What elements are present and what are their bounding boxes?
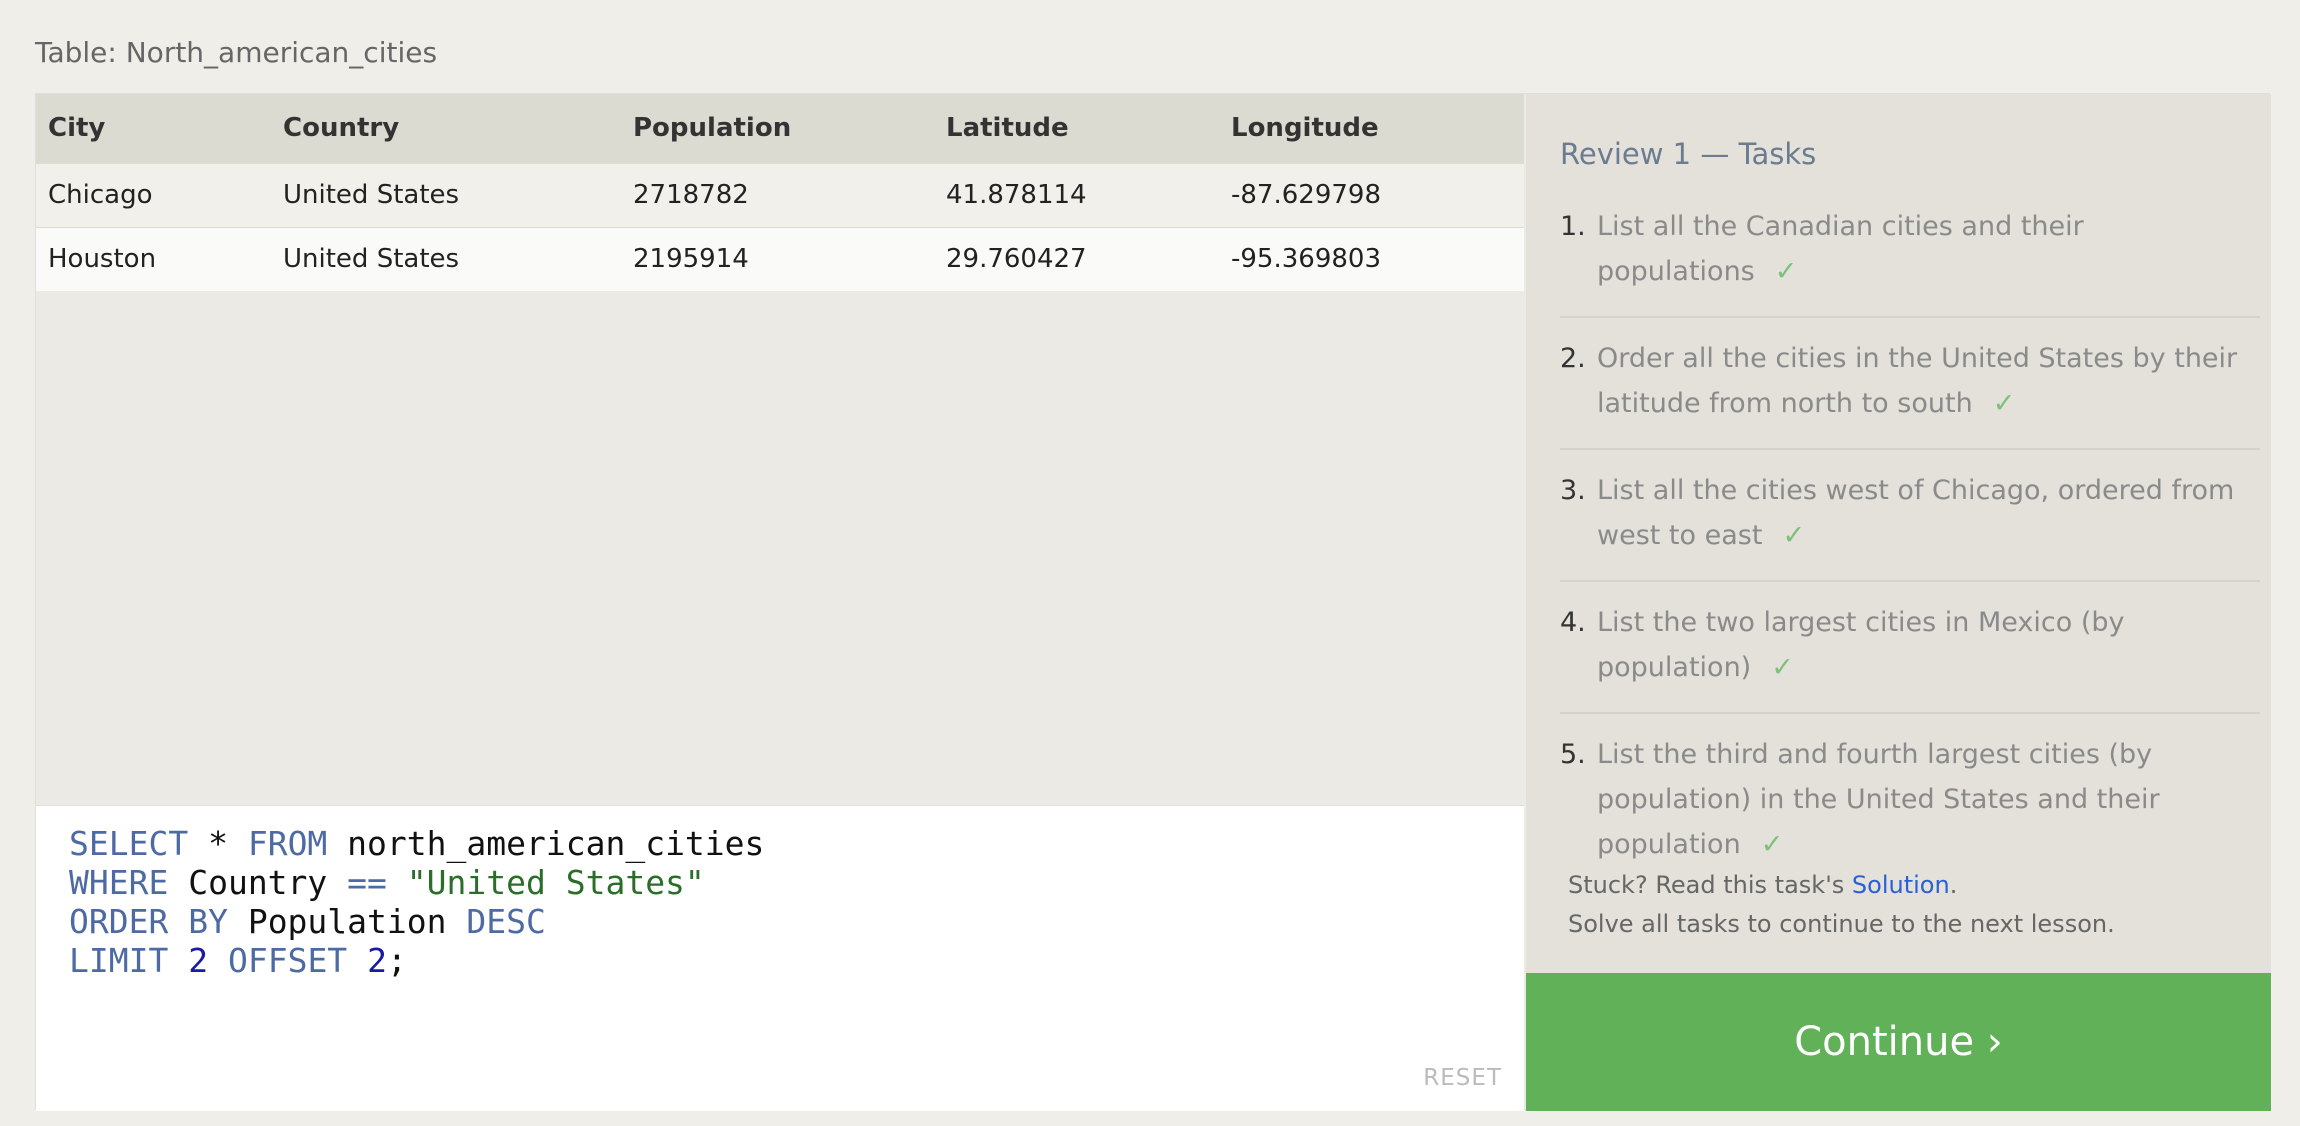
column-header: Longitude — [1219, 94, 1524, 163]
help-text: Stuck? Read this task's Solution. Solve … — [1568, 866, 2115, 944]
table-cell: United States — [271, 226, 621, 291]
sql-editor[interactable]: SELECT * FROM north_american_cities WHERE… — [36, 805, 1524, 1111]
check-icon: ✓ — [1992, 388, 2016, 419]
code-token: WHERE — [69, 863, 169, 902]
column-header: City — [36, 94, 271, 163]
task-item: 2. Order all the cities in the United St… — [1560, 336, 2260, 450]
code-token: DESC — [466, 902, 546, 941]
table-cell: -95.369803 — [1219, 226, 1524, 291]
task-number: 1. — [1560, 211, 1586, 242]
continue-note: Solve all tasks to continue to the next … — [1568, 910, 2115, 938]
task-list: 1. List all the Canadian cities and thei… — [1560, 204, 2260, 907]
code-line: SELECT * FROM north_american_cities — [69, 824, 764, 863]
code-token: * — [188, 824, 248, 863]
check-icon: ✓ — [1782, 520, 1806, 551]
tasks-pane: Review 1 — Tasks 1. List all the Canadia… — [1526, 94, 2271, 1111]
code-token: ORDER BY — [69, 902, 228, 941]
table-cell: 29.760427 — [934, 226, 1219, 291]
table-cell: 41.878114 — [934, 162, 1219, 227]
code-token: "United States" — [406, 863, 705, 902]
solution-link[interactable]: Solution — [1852, 871, 1950, 899]
code-token: Country — [168, 863, 348, 902]
code-token: LIMIT — [69, 941, 169, 980]
stuck-prefix: Stuck? Read this task's — [1568, 871, 1852, 899]
table-caption: Table: North_american_cities — [35, 36, 438, 69]
check-icon: ✓ — [1771, 652, 1794, 683]
code-token: FROM — [247, 824, 328, 863]
table-cell: 2195914 — [621, 226, 934, 291]
column-header: Population — [621, 94, 934, 163]
task-number: 2. — [1560, 343, 1586, 374]
code-token: 2 — [367, 941, 387, 980]
check-icon: ✓ — [1774, 256, 1798, 287]
column-header: Latitude — [934, 94, 1219, 163]
tasks-title: Review 1 — Tasks — [1560, 137, 1817, 171]
code-token: Population — [227, 902, 467, 941]
table-row: Houston United States 2195914 29.760427 … — [36, 226, 1524, 291]
code-token: == — [347, 863, 387, 902]
code-token: SELECT — [69, 824, 189, 863]
code-token: north_american_cities — [327, 824, 765, 863]
table-cell: -87.629798 — [1219, 162, 1524, 227]
code-line: WHERE Country == "United States" — [69, 863, 764, 902]
task-item: 4. List the two largest cities in Mexico… — [1560, 600, 2260, 714]
task-text: List all the cities west of Chicago, ord… — [1597, 475, 2235, 551]
task-number: 4. — [1560, 607, 1586, 638]
table-cell: 2718782 — [621, 162, 934, 227]
exercise-panel: City Country Population Latitude Longitu… — [35, 93, 2271, 1111]
task-text: List the third and fourth largest cities… — [1597, 739, 2160, 860]
stuck-suffix: . — [1949, 871, 1958, 899]
results-table: City Country Population Latitude Longitu… — [36, 94, 1524, 291]
task-text: Order all the cities in the United State… — [1597, 343, 2238, 419]
column-header: Country — [271, 94, 621, 163]
sql-code[interactable]: SELECT * FROM north_american_cities WHERE… — [69, 824, 764, 980]
task-item: 3. List all the cities west of Chicago, … — [1560, 468, 2260, 582]
task-text: List the two largest cities in Mexico (b… — [1597, 607, 2125, 683]
results-pane: City Country Population Latitude Longitu… — [36, 94, 1524, 1111]
check-icon: ✓ — [1760, 829, 1784, 860]
table-row: Chicago United States 2718782 41.878114 … — [36, 162, 1524, 227]
code-line: LIMIT 2 OFFSET 2; — [69, 941, 764, 980]
reset-button[interactable]: RESET — [1423, 1065, 1502, 1091]
table-cell: Chicago — [36, 162, 271, 227]
code-token: ; — [386, 941, 407, 980]
code-token: 2 — [188, 941, 209, 980]
task-text: List all the Canadian cities and their p… — [1597, 211, 2084, 287]
task-number: 3. — [1560, 475, 1586, 506]
task-item: 1. List all the Canadian cities and thei… — [1560, 204, 2260, 318]
continue-button[interactable]: Continue › — [1526, 973, 2271, 1111]
table-cell: Houston — [36, 226, 271, 291]
table-cell: United States — [271, 162, 621, 227]
code-line: ORDER BY Population DESC — [69, 902, 764, 941]
code-token: OFFSET — [227, 941, 348, 980]
task-number: 5. — [1560, 739, 1586, 770]
table-header-row: City Country Population Latitude Longitu… — [36, 94, 1524, 163]
